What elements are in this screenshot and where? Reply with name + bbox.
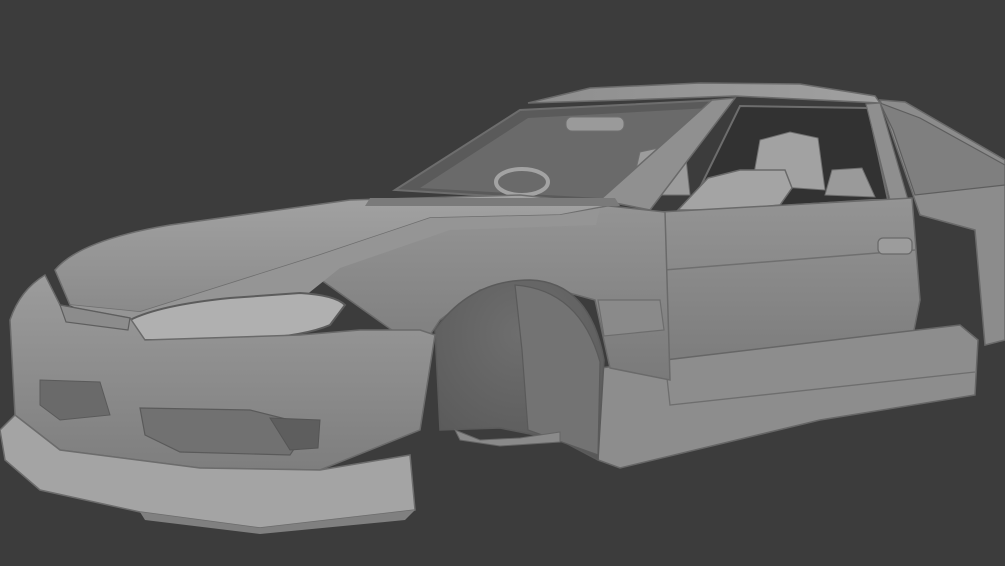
car-body-model[interactable] bbox=[0, 0, 1005, 566]
3d-viewport[interactable] bbox=[0, 0, 1005, 566]
side-mirror bbox=[676, 169, 793, 211]
rearview-mirror bbox=[565, 116, 625, 132]
cowl bbox=[365, 198, 620, 206]
door-handle bbox=[877, 237, 913, 255]
fender-vent bbox=[597, 299, 665, 337]
wheel-arch bbox=[514, 284, 601, 456]
